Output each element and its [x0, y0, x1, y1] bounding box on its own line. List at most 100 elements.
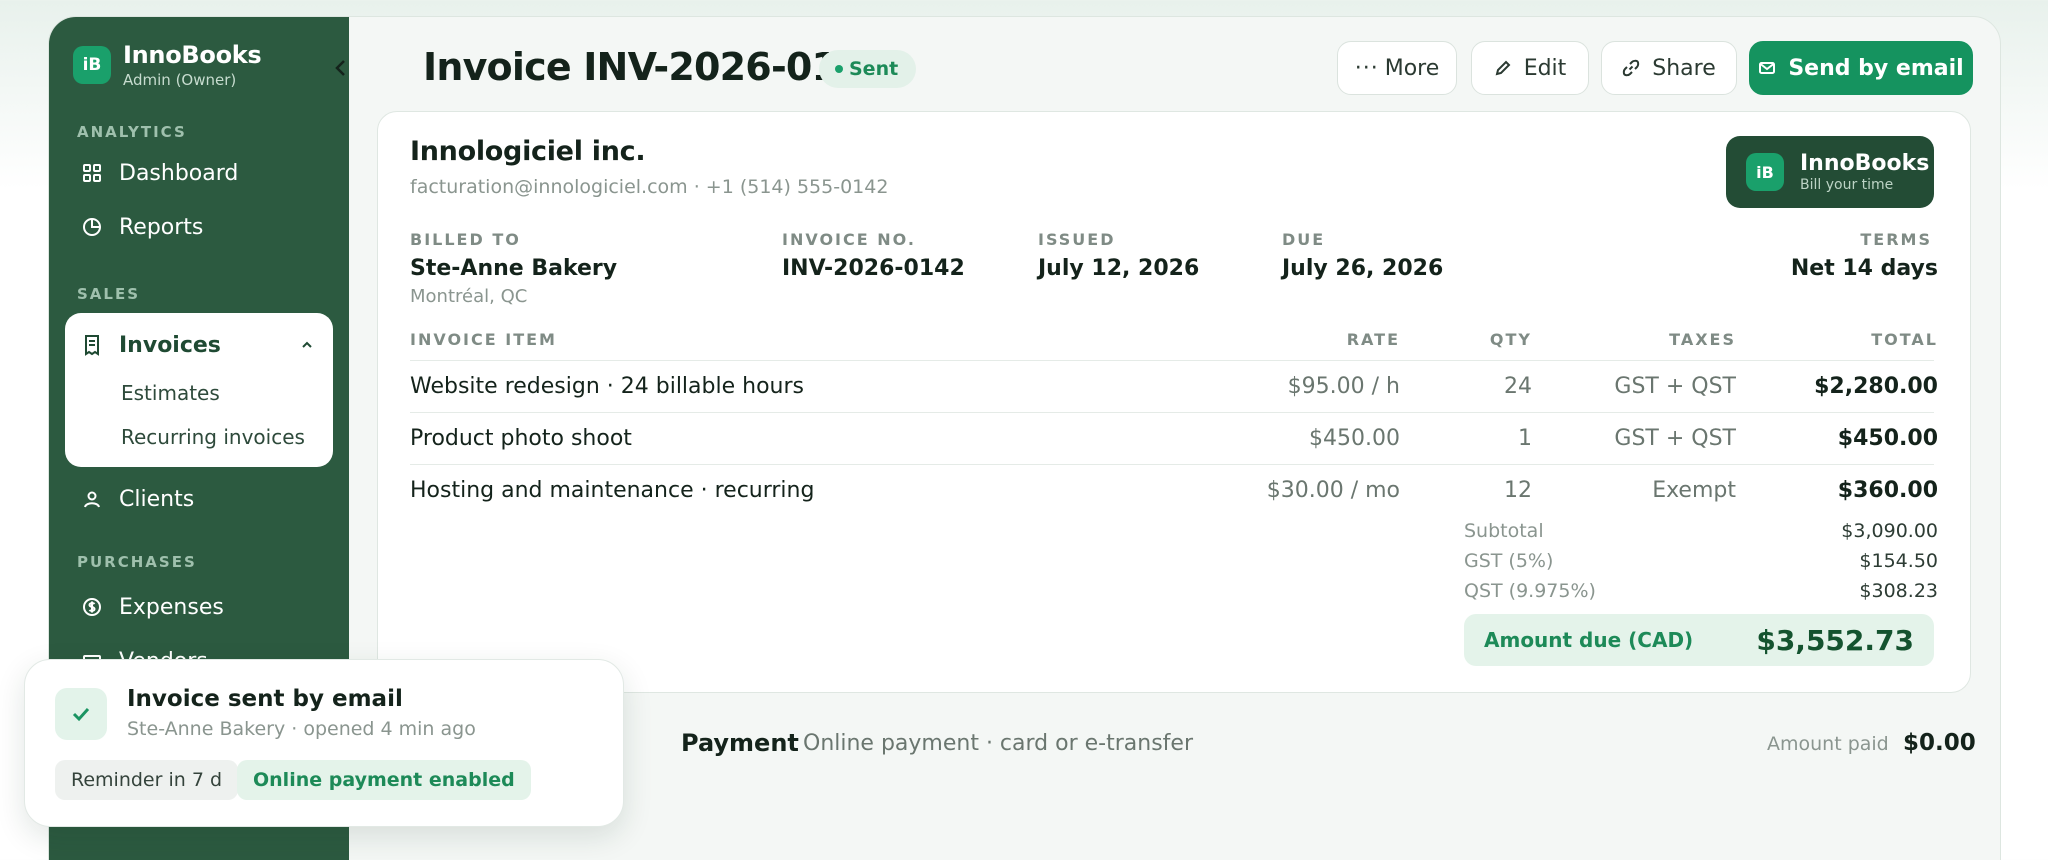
invoice-number: INV-2026-0142 — [782, 256, 965, 281]
billed-to-label: BILLED TO — [410, 230, 521, 249]
item-taxes: Exempt — [1652, 478, 1736, 503]
gst-value: $154.50 — [1859, 550, 1938, 572]
toast-subtitle: Ste-Anne Bakery · opened 4 min ago — [127, 718, 476, 740]
issued-label: ISSUED — [1038, 230, 1116, 249]
qst-label: QST (9.975%) — [1464, 580, 1596, 602]
item-rate: $30.00 / mo — [1266, 478, 1400, 503]
sidebar-item-label: Invoices — [119, 332, 221, 358]
toast-title: Invoice sent by email — [127, 686, 403, 712]
sidebar-item-label: Expenses — [119, 594, 224, 620]
more-label: More — [1384, 55, 1440, 81]
item-total: $360.00 — [1837, 478, 1938, 503]
due-date: July 26, 2026 — [1282, 256, 1444, 281]
edit-label: Edit — [1523, 55, 1567, 81]
column-header-rate: RATE — [1346, 330, 1400, 349]
item-rate: $95.00 / h — [1287, 374, 1400, 399]
reminder-chip[interactable]: Reminder in 7 d — [55, 760, 239, 800]
payment-label: Payment — [681, 729, 799, 757]
app-logo: iB — [73, 46, 111, 84]
toast-notification[interactable]: Invoice sent by email Ste-Anne Bakery · … — [24, 659, 624, 827]
invoice-doc-icon — [85, 335, 99, 356]
item-description: Website redesign · 24 billable hours — [410, 374, 804, 399]
company-name: Innologiciel inc. — [410, 136, 646, 167]
amount-paid-label: Amount paid — [1767, 733, 1889, 755]
user-icon — [84, 491, 100, 508]
dashboard-grid-icon — [83, 164, 101, 182]
check-icon — [55, 688, 107, 740]
sidebar-item-label: Clients — [119, 486, 195, 512]
logo-name: InnoBooks — [1800, 151, 1930, 176]
item-description: Product photo shoot — [410, 426, 632, 451]
mail-icon — [1759, 62, 1776, 74]
sidebar-item-label: Dashboard — [119, 160, 239, 186]
billed-to-city: Montréal, QC — [410, 286, 528, 307]
sidebar-item-reports[interactable]: Reports — [65, 203, 333, 251]
user-role: Admin (Owner) — [123, 71, 237, 89]
share-button[interactable]: Share — [1601, 41, 1737, 95]
chevron-up-icon[interactable] — [299, 337, 315, 353]
terms-label: TERMS — [1860, 230, 1932, 249]
back-button[interactable] — [327, 51, 355, 85]
sidebar-item-recurring-invoices[interactable]: Recurring invoices — [121, 425, 305, 449]
reports-pie-icon — [83, 218, 101, 236]
item-taxes: GST + QST — [1614, 426, 1736, 451]
link-icon — [1623, 59, 1640, 77]
company-logo: iB InnoBooks Bill your time — [1726, 136, 1934, 208]
logo-mark: iB — [1746, 153, 1784, 191]
section-label-purchases: PURCHASES — [77, 553, 197, 571]
sidebar-item-label: Reports — [119, 214, 204, 240]
column-header-total: TOTAL — [1871, 330, 1938, 349]
row-divider — [410, 412, 1934, 413]
status-badge: Sent — [819, 50, 917, 88]
sidebar-item-expenses[interactable]: Expenses — [65, 583, 333, 631]
amount-due-value: $3,552.73 — [1756, 624, 1914, 657]
issued-date: July 12, 2026 — [1038, 256, 1200, 281]
brand[interactable]: iB InnoBooks Admin (Owner) — [73, 41, 262, 89]
item-total: $2,280.00 — [1814, 374, 1938, 399]
payment-methods: Online payment · card or e-transfer — [803, 731, 1193, 756]
sidebar-item-clients[interactable]: Clients — [65, 475, 333, 523]
item-qty: 12 — [1504, 478, 1532, 503]
row-divider — [410, 464, 1934, 465]
amount-paid-value: $0.00 — [1903, 730, 1976, 756]
terms-value: Net 14 days — [1790, 256, 1938, 281]
pencil-icon — [1495, 60, 1511, 76]
billed-to-name[interactable]: Ste-Anne Bakery — [410, 256, 617, 281]
online-payment-chip[interactable]: Online payment enabled — [237, 760, 531, 800]
due-label: DUE — [1282, 230, 1326, 249]
item-taxes: GST + QST — [1614, 374, 1736, 399]
sidebar-item-estimates[interactable]: Estimates — [121, 381, 220, 405]
company-contact: facturation@innologiciel.com · +1 (514) … — [410, 176, 889, 198]
sidebar-item-dashboard[interactable]: Dashboard — [65, 149, 333, 197]
back-chevron-icon — [335, 60, 345, 76]
qst-value: $308.23 — [1859, 580, 1938, 602]
table-divider — [410, 360, 1934, 361]
column-header-qty: QTY — [1489, 330, 1532, 349]
amount-due-label: Amount due (CAD) — [1484, 628, 1694, 652]
send-by-email-button[interactable]: Send by email — [1749, 41, 1973, 95]
item-rate: $450.00 — [1309, 426, 1400, 451]
section-label-sales: SALES — [77, 285, 141, 303]
section-label-analytics: ANALYTICS — [77, 123, 187, 141]
edit-button[interactable]: Edit — [1471, 41, 1589, 95]
item-description: Hosting and maintenance · recurring — [410, 478, 815, 503]
item-qty: 1 — [1518, 426, 1532, 451]
share-label: Share — [1652, 55, 1716, 81]
column-header-item: INVOICE ITEM — [410, 330, 557, 349]
dollar-coin-icon — [83, 598, 101, 616]
more-button[interactable]: ··· More — [1337, 41, 1457, 95]
app-name: InnoBooks — [123, 41, 262, 69]
more-dots-icon: ··· — [1354, 55, 1379, 81]
item-total: $450.00 — [1837, 426, 1938, 451]
subtotal-label: Subtotal — [1464, 520, 1544, 542]
invoice-number-label: INVOICE NO. — [782, 230, 916, 249]
sidebar-group-invoices: Invoices Estimates Recurring invoices — [65, 313, 333, 467]
subtotal-value: $3,090.00 — [1841, 520, 1938, 542]
gst-label: GST (5%) — [1464, 550, 1554, 572]
column-header-taxes: TAXES — [1669, 330, 1736, 349]
send-label: Send by email — [1788, 55, 1964, 81]
invoice-card: Innologiciel inc. facturation@innologici… — [377, 111, 1971, 693]
logo-tagline: Bill your time — [1800, 177, 1894, 193]
amount-due-box: Amount due (CAD) $3,552.73 — [1464, 614, 1934, 666]
sidebar-item-invoices[interactable]: Invoices — [65, 323, 333, 367]
